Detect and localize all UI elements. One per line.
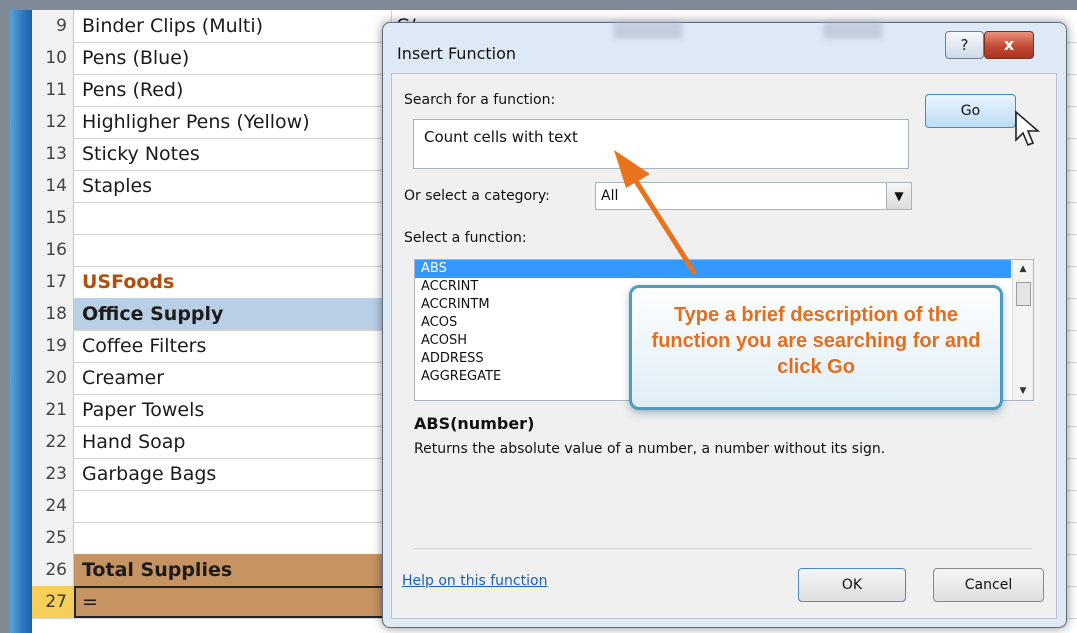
row-number[interactable]: 9 [32,10,74,42]
scrollbar-thumb[interactable] [1016,282,1031,306]
row-number[interactable]: 21 [32,394,74,426]
scroll-down-icon[interactable]: ▼ [1013,382,1033,400]
row-number[interactable]: 13 [32,138,74,170]
row-number[interactable]: 10 [32,42,74,74]
row-number[interactable]: 20 [32,362,74,394]
function-list-label: Select a function: [404,230,527,246]
cell-a[interactable] [74,490,392,522]
function-description: Returns the absolute value of a number, … [414,441,886,457]
help-button[interactable]: ? [945,31,984,59]
ribbon-edge-strip [10,10,32,633]
search-input[interactable]: Count cells with text [413,119,909,169]
window-frame-left [0,0,10,633]
cell-a[interactable]: = [74,586,392,618]
mouse-cursor-icon [1015,110,1041,147]
search-label: Search for a function: [404,92,556,108]
cell-a[interactable]: Binder Clips (Multi) [74,10,392,42]
cell-a[interactable]: Hand Soap [74,426,392,458]
cell-a[interactable]: Pens (Blue) [74,42,392,74]
category-label: Or select a category: [404,188,550,204]
cancel-button[interactable]: Cancel [933,568,1044,602]
row-number[interactable]: 18 [32,298,74,330]
close-icon: x [1003,35,1015,54]
cell-a[interactable]: Staples [74,170,392,202]
dropdown-arrow-icon[interactable]: ▼ [886,183,911,209]
dialog-title: Insert Function [397,44,517,63]
footer-separator [414,548,1032,549]
help-icon: ? [960,36,969,54]
cell-a[interactable]: Pens (Red) [74,74,392,106]
category-select[interactable]: All ▼ [595,182,912,210]
cell-a[interactable]: Sticky Notes [74,138,392,170]
cell-a[interactable] [74,202,392,234]
ok-button[interactable]: OK [798,568,906,602]
instruction-callout: Type a brief description of the function… [629,285,1003,410]
function-list-scrollbar[interactable]: ▲ ▼ [1012,260,1033,400]
row-number[interactable]: 12 [32,106,74,138]
cell-a[interactable]: Coffee Filters [74,330,392,362]
row-number[interactable]: 22 [32,426,74,458]
window-frame-top [0,0,1077,10]
cell-a[interactable] [74,234,392,266]
row-number[interactable]: 11 [32,74,74,106]
cell-a[interactable]: Paper Towels [74,394,392,426]
cell-a[interactable]: Garbage Bags [74,458,392,490]
blurred-background-text [823,21,883,39]
cell-a[interactable]: Office Supply [74,298,392,330]
row-number[interactable]: 23 [32,458,74,490]
row-number[interactable]: 16 [32,234,74,266]
cell-a[interactable]: Total Supplies [74,554,392,586]
row-number[interactable]: 15 [32,202,74,234]
function-list-item[interactable]: ABS [415,260,1011,278]
row-number[interactable]: 17 [32,266,74,298]
row-number[interactable]: 26 [32,554,74,586]
scroll-up-icon[interactable]: ▲ [1013,260,1033,278]
go-button[interactable]: Go [925,94,1016,128]
help-on-function-link[interactable]: Help on this function [402,573,547,589]
blurred-background-text [613,21,683,39]
row-number[interactable]: 19 [32,330,74,362]
cell-a[interactable] [74,522,392,554]
row-number[interactable]: 25 [32,522,74,554]
close-button[interactable]: x [984,31,1034,59]
row-number[interactable]: 14 [32,170,74,202]
cell-a[interactable]: USFoods [74,266,392,298]
function-syntax: ABS(number) [414,414,535,433]
cell-a[interactable]: Highligher Pens (Yellow) [74,106,392,138]
category-value: All [601,188,619,204]
row-number[interactable]: 24 [32,490,74,522]
row-number[interactable]: 27 [32,586,74,618]
cell-a[interactable]: Creamer [74,362,392,394]
